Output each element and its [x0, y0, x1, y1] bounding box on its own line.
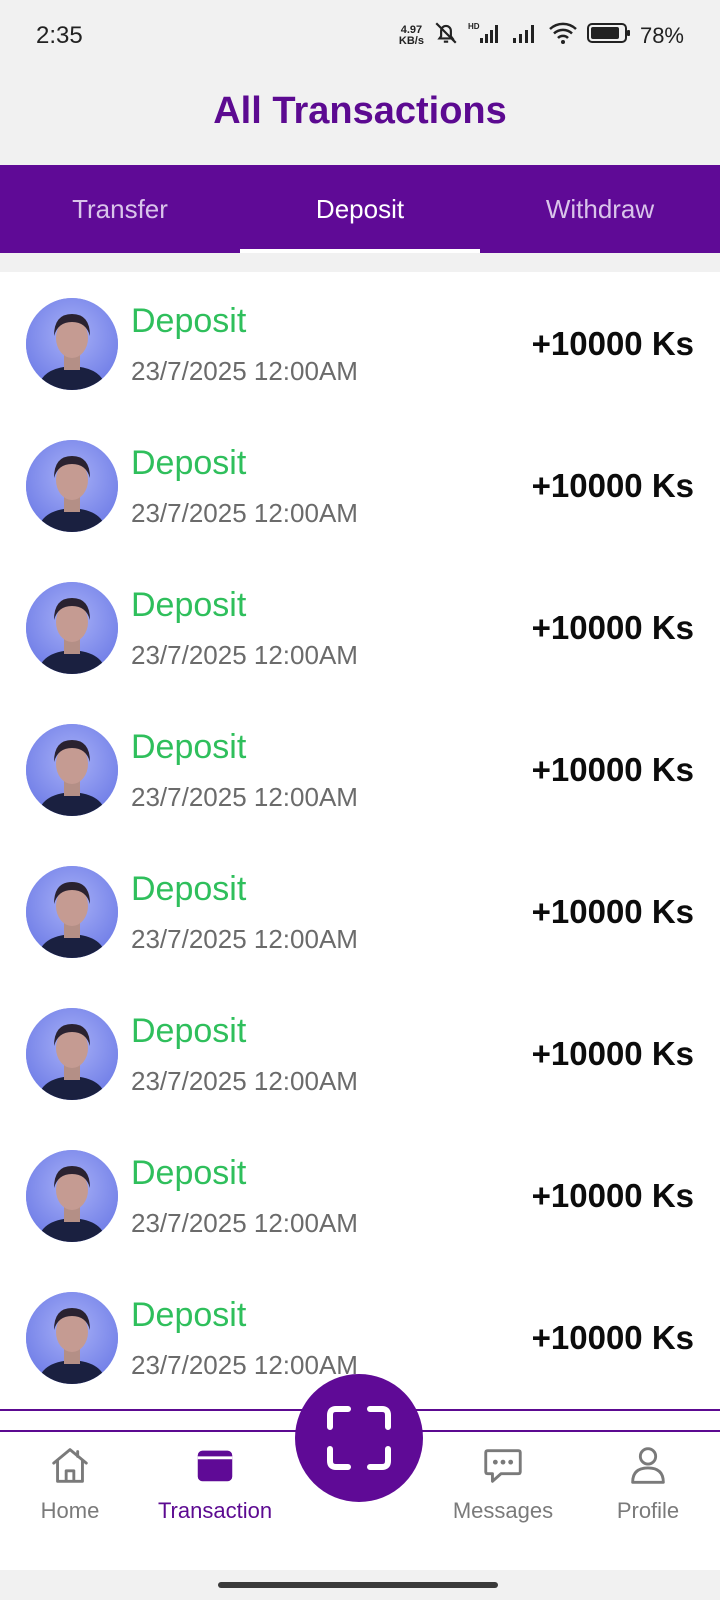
battery-percent: 78%: [639, 22, 684, 48]
gesture-bar: [0, 1570, 720, 1600]
transaction-row[interactable]: Deposit 23/7/2025 12:00AM +10000 Ks: [0, 414, 720, 559]
home-indicator[interactable]: [218, 1582, 498, 1588]
transaction-tabs: Transfer Deposit Withdraw: [0, 165, 720, 253]
avatar: [26, 1008, 118, 1100]
avatar: [26, 724, 118, 816]
avatar: [26, 1292, 118, 1384]
tab-withdraw[interactable]: Withdraw: [480, 165, 720, 253]
signal-icon: [511, 21, 539, 50]
transaction-amount: +10000 Ks: [531, 325, 694, 362]
nav-home-label: Home: [40, 1498, 100, 1523]
transaction-type: Deposit: [131, 302, 247, 340]
scan-frame-icon: [327, 1406, 391, 1470]
transaction-type: Deposit: [131, 728, 247, 766]
status-icons: 4.97 KB/s HD 78%: [399, 20, 684, 51]
transaction-date: 23/7/2025 12:00AM: [131, 1350, 358, 1380]
transaction-date: 23/7/2025 12:00AM: [131, 1208, 358, 1238]
nav-home[interactable]: Home: [5, 1442, 135, 1542]
svg-text:HD: HD: [468, 22, 480, 31]
transaction-type: Deposit: [131, 870, 247, 908]
battery-icon: [586, 21, 631, 50]
nav-messages-label: Messages: [452, 1498, 554, 1523]
network-speed-unit: KB/s: [398, 34, 424, 47]
page-title: All Transactions: [213, 90, 507, 132]
transaction-row[interactable]: Deposit 23/7/2025 12:00AM +10000 Ks: [0, 556, 720, 701]
transaction-type: Deposit: [131, 1296, 247, 1334]
avatar: [26, 440, 118, 532]
avatar: [26, 298, 118, 390]
nav-profile-label: Profile: [616, 1498, 680, 1523]
nav-transaction[interactable]: Transaction: [150, 1442, 280, 1542]
transaction-date: 23/7/2025 12:00AM: [131, 356, 358, 386]
transaction-date: 23/7/2025 12:00AM: [131, 498, 358, 528]
wifi-icon: [548, 21, 578, 50]
transaction-amount: +10000 Ks: [531, 751, 694, 788]
nav-transaction-label: Transaction: [157, 1498, 273, 1523]
avatar: [26, 582, 118, 674]
transaction-amount: +10000 Ks: [531, 1035, 694, 1072]
tab-deposit[interactable]: Deposit: [240, 165, 480, 253]
transaction-row[interactable]: Deposit 23/7/2025 12:00AM +10000 Ks: [0, 698, 720, 843]
person-icon: [631, 1447, 665, 1484]
transaction-date: 23/7/2025 12:00AM: [131, 1066, 358, 1096]
hd-signal-icon: HD: [468, 21, 502, 50]
status-bar: 2:35 4.97 KB/s HD 78%: [0, 0, 720, 72]
transaction-date: 23/7/2025 12:00AM: [131, 782, 358, 812]
transaction-type: Deposit: [131, 1012, 247, 1050]
nav-profile[interactable]: Profile: [583, 1442, 713, 1542]
transaction-amount: +10000 Ks: [531, 1319, 694, 1356]
avatar: [26, 866, 118, 958]
transaction-type: Deposit: [131, 586, 247, 624]
status-time: 2:35: [36, 22, 83, 49]
transaction-type: Deposit: [131, 1154, 247, 1192]
app-header: All Transactions: [0, 72, 720, 165]
network-speed-value: 4.97: [400, 23, 423, 36]
nav-messages[interactable]: Messages: [438, 1442, 568, 1542]
transaction-amount: +10000 Ks: [531, 609, 694, 646]
mute-bell-icon: [433, 20, 459, 51]
transaction-type: Deposit: [131, 444, 247, 482]
chat-bubble-icon: [484, 1449, 522, 1483]
transaction-date: 23/7/2025 12:00AM: [131, 640, 358, 670]
transaction-amount: +10000 Ks: [531, 467, 694, 504]
transaction-row[interactable]: Deposit 23/7/2025 12:00AM +10000 Ks: [0, 982, 720, 1127]
transaction-row[interactable]: Deposit 23/7/2025 12:00AM +10000 Ks: [0, 840, 720, 985]
transaction-row[interactable]: Deposit 23/7/2025 12:00AM +10000 Ks: [0, 1124, 720, 1269]
tab-transfer[interactable]: Transfer: [0, 165, 240, 253]
wallet-card-icon: [197, 1450, 233, 1482]
transaction-date: 23/7/2025 12:00AM: [131, 924, 358, 954]
home-icon: [52, 1448, 88, 1483]
transaction-amount: +10000 Ks: [531, 893, 694, 930]
avatar: [26, 1150, 118, 1242]
scan-button[interactable]: [295, 1374, 423, 1502]
transaction-list[interactable]: Deposit 23/7/2025 12:00AM +10000 Ks Deposi…: [0, 272, 720, 1430]
transaction-row[interactable]: Deposit 23/7/2025 12:00AM +10000 Ks: [0, 272, 720, 417]
transaction-amount: +10000 Ks: [531, 1177, 694, 1214]
network-speed: 4.97 KB/s: [398, 23, 424, 47]
